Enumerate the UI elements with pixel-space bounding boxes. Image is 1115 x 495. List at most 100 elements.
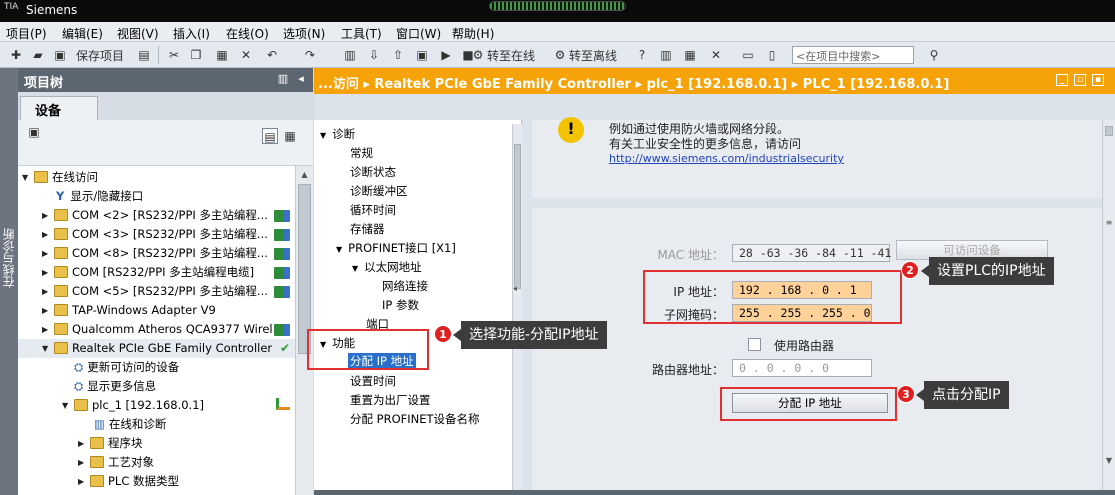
menu-online[interactable]: 在线(O) bbox=[226, 25, 269, 42]
nav-memory[interactable]: 存储器 bbox=[350, 221, 385, 237]
go-offline-icon[interactable]: ⚙ bbox=[552, 47, 568, 63]
tree-item-plc1[interactable]: ▼ plc_1 [192.168.0.1] bbox=[62, 396, 204, 415]
go-online-button[interactable]: 转至在线 bbox=[487, 47, 535, 63]
tree-item-tap-adapter[interactable]: ▶ TAP-Windows Adapter V9 bbox=[42, 301, 216, 320]
split-horizontal-icon[interactable]: ▭ bbox=[740, 47, 756, 63]
menu-insert[interactable]: 插入(I) bbox=[173, 25, 210, 42]
search-binoculars-icon[interactable]: ⚲ bbox=[926, 47, 942, 63]
tree-item-com3[interactable]: ▶ COM <3> [RS232/PPI 多主站编程... bbox=[42, 225, 268, 244]
tree-item-show-hide-interfaces[interactable]: Y 显示/隐藏接口 bbox=[56, 187, 143, 206]
tree-view-icon[interactable]: ▤ bbox=[262, 128, 278, 144]
use-router-checkbox[interactable] bbox=[748, 338, 761, 351]
menu-edit[interactable]: 编辑(E) bbox=[62, 25, 103, 42]
tree-item-program-blocks[interactable]: ▶ 程序块 bbox=[78, 434, 143, 453]
expand-arrow-icon[interactable]: ▼ bbox=[336, 245, 342, 254]
go-offline-button[interactable]: 转至离线 bbox=[569, 47, 617, 63]
menu-window[interactable]: 窗口(W) bbox=[396, 25, 441, 42]
tree-item-plc-data-types[interactable]: ▶ PLC 数据类型 bbox=[78, 472, 179, 491]
tree-item-qualcomm[interactable]: ▶ Qualcomm Atheros QCA9377 Wirel... bbox=[42, 320, 284, 339]
split-vertical-icon[interactable]: ▯ bbox=[764, 47, 780, 63]
breadcrumb-path[interactable]: ...访问 ▸ Realtek PCIe GbE Family Controll… bbox=[318, 73, 949, 92]
tab-devices[interactable]: 设备 bbox=[20, 96, 98, 120]
tree-export-icon[interactable]: ▦ bbox=[282, 128, 298, 144]
menu-project[interactable]: 项目(P) bbox=[6, 25, 47, 42]
close-all-icon[interactable]: ✕ bbox=[708, 47, 724, 63]
save-project-button[interactable]: 保存项目 bbox=[76, 47, 124, 63]
content-scroll-thumb[interactable] bbox=[1105, 126, 1113, 136]
print-icon[interactable]: ▤ bbox=[136, 47, 152, 63]
monitor-icon[interactable]: ▦ bbox=[682, 47, 698, 63]
tree-item-com8[interactable]: ▶ COM <8> [RS232/PPI 多主站编程... bbox=[42, 244, 268, 263]
expand-arrow-icon[interactable]: ▼ bbox=[22, 168, 30, 187]
security-link[interactable]: http://www.siemens.com/industrialsecurit… bbox=[609, 152, 844, 165]
nav-reset-factory[interactable]: 重置为出厂设置 bbox=[350, 392, 431, 408]
go-online-icon[interactable]: ⚙ bbox=[470, 47, 486, 63]
expand-arrow-icon[interactable]: ▼ bbox=[320, 131, 326, 140]
menu-options[interactable]: 选项(N) bbox=[283, 25, 325, 42]
panel-collapse-icon[interactable]: ◂ bbox=[294, 72, 308, 86]
nav-collapse-arrow-icon[interactable]: ◂ bbox=[513, 284, 517, 293]
open-project-icon[interactable]: ▰ bbox=[30, 47, 46, 63]
expand-arrow-icon[interactable]: ▼ bbox=[42, 339, 50, 358]
expand-arrow-icon[interactable]: ▼ bbox=[62, 396, 70, 415]
nav-ip-parameters[interactable]: IP 参数 bbox=[382, 297, 419, 313]
upload-icon[interactable]: ⇧ bbox=[390, 47, 406, 63]
nav-diagnostics[interactable]: ▼ 诊断 bbox=[320, 126, 355, 142]
collapse-arrow-icon[interactable]: ▶ bbox=[42, 244, 50, 263]
collapse-arrow-icon[interactable]: ▶ bbox=[42, 225, 50, 244]
collapse-arrow-icon[interactable]: ▶ bbox=[78, 472, 86, 491]
accessible-devices-icon[interactable]: ? bbox=[634, 47, 650, 63]
float-editor-icon[interactable]: ▫ bbox=[1074, 74, 1086, 86]
minimize-editor-icon[interactable]: _ bbox=[1056, 74, 1068, 86]
nav-scroll-thumb[interactable] bbox=[514, 144, 521, 289]
tree-item-update-accessible[interactable]: ⛭ 更新可访问的设备 bbox=[74, 358, 179, 377]
collapse-arrow-icon[interactable]: ▶ bbox=[42, 206, 50, 225]
collapse-arrow-icon[interactable]: ▶ bbox=[78, 434, 86, 453]
content-scrollbar[interactable]: ≡ ▼ bbox=[1102, 120, 1115, 495]
cut-icon[interactable]: ✂ bbox=[166, 47, 182, 63]
simulation-icon[interactable]: ▣ bbox=[414, 47, 430, 63]
project-search-input[interactable]: <在项目中搜索> bbox=[792, 46, 914, 64]
online-diagnostics-strip-label[interactable]: 在线与诊断 bbox=[2, 228, 16, 288]
nav-diagnostic-status[interactable]: 诊断状态 bbox=[350, 164, 396, 180]
collapse-arrow-icon[interactable]: ▶ bbox=[42, 320, 50, 339]
tree-item-com5[interactable]: ▶ COM <5> [RS232/PPI 多主站编程... bbox=[42, 282, 268, 301]
tree-item-com2[interactable]: ▶ COM <2> [RS232/PPI 多主站编程... bbox=[42, 206, 268, 225]
collapse-arrow-icon[interactable]: ▶ bbox=[78, 453, 86, 472]
collapse-arrow-icon[interactable]: ▶ bbox=[42, 263, 50, 282]
compile-icon[interactable]: ▥ bbox=[342, 47, 358, 63]
undo-icon[interactable]: ↶ bbox=[264, 47, 280, 63]
nav-diagnostic-buffer[interactable]: 诊断缓冲区 bbox=[350, 183, 408, 199]
tree-item-com-cable[interactable]: ▶ COM [RS232/PPI 多主站编程电缆] bbox=[42, 263, 254, 282]
menu-help[interactable]: 帮助(H) bbox=[452, 25, 494, 42]
nav-cycle-time[interactable]: 循环时间 bbox=[350, 202, 396, 218]
collapse-arrow-icon[interactable]: ▶ bbox=[42, 282, 50, 301]
menu-view[interactable]: 视图(V) bbox=[117, 25, 159, 42]
maximize-editor-icon[interactable]: ▪ bbox=[1092, 74, 1104, 86]
content-scroll-down-icon[interactable]: ▼ bbox=[1103, 456, 1115, 465]
tree-item-technology-objects[interactable]: ▶ 工艺对象 bbox=[78, 453, 154, 472]
copy-icon[interactable]: ❐ bbox=[188, 47, 204, 63]
expand-arrow-icon[interactable]: ▼ bbox=[352, 264, 358, 273]
router-address-field[interactable]: 0 . 0 . 0 . 0 bbox=[732, 359, 872, 377]
cross-reference-icon[interactable]: ▥ bbox=[658, 47, 674, 63]
tree-item-show-more[interactable]: ⛭ 显示更多信息 bbox=[74, 377, 156, 396]
menu-tools[interactable]: 工具(T) bbox=[341, 25, 382, 42]
nav-scrollbar[interactable]: ◂ bbox=[512, 124, 522, 490]
tree-device-icon[interactable]: ▣ bbox=[26, 124, 42, 140]
paste-icon[interactable]: ▦ bbox=[214, 47, 230, 63]
window-drag-grip[interactable] bbox=[489, 1, 626, 11]
tree-item-realtek[interactable]: ▼ Realtek PCIe GbE Family Controller bbox=[18, 339, 295, 358]
scroll-up-icon[interactable]: ▲ bbox=[296, 170, 313, 179]
nav-set-time[interactable]: 设置时间 bbox=[350, 373, 396, 389]
tree-item-online-diagnostics[interactable]: ▥ 在线和诊断 bbox=[94, 415, 166, 434]
save-icon[interactable]: ▣ bbox=[52, 47, 68, 63]
panel-pin-icon[interactable]: ▥ bbox=[276, 72, 290, 86]
tree-item-online-access[interactable]: ▼ 在线访问 bbox=[22, 168, 98, 187]
download-icon[interactable]: ⇩ bbox=[366, 47, 382, 63]
nav-network-connection[interactable]: 网络连接 bbox=[382, 278, 428, 294]
nav-general[interactable]: 常规 bbox=[350, 145, 373, 161]
new-project-icon[interactable]: ✚ bbox=[8, 47, 24, 63]
nav-profinet-interface[interactable]: ▼ PROFINET接口 [X1] bbox=[336, 240, 456, 256]
start-cpu-icon[interactable]: ▶ bbox=[438, 47, 454, 63]
